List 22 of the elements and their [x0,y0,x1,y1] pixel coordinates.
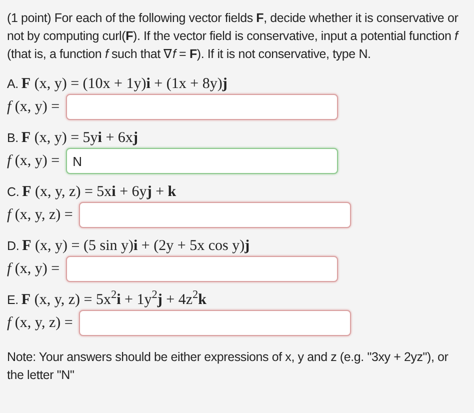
part-label: D. [7,238,20,255]
note-text: Note: Your answers should be either expressions of x, y and z (e.g. "3xy + 2yz"), or the letter "N" [7,349,450,384]
answer-field[interactable] [66,94,338,120]
answer-field[interactable]: N [66,148,338,174]
part-label: A. [7,76,18,93]
problem-statement: (1 point) For each of the following vector fields F, decide whether it is conservative or not by computing curl(F). If the vector field is conservative, input a potential function f (that is, a function f such that ∇f = F). If it is not conservative, type N. [7,10,460,63]
answer-field[interactable] [78,202,351,228]
vector-field-formula: F (x, y, z) = 5x$^{2}$i + 1y$^{2}$j + 4z$^{2}$k [21,291,206,309]
potential-function-label: f (x, y, z) = [7,206,73,224]
vector-field-formula: F (x, y) = (5 sin y)i + (2y + 5x cos y)j [22,237,250,255]
vector-field-formula: F (x, y, z) = 5xi + 6yj + k [22,183,176,201]
potential-function-label: f (x, y) = [7,260,60,278]
part-label: E. [7,292,18,309]
vector-field-formula: F (x, y) = (10x + 1y)i + (1x + 8y)j [21,75,228,93]
vector-field-formula: F (x, y) = 5yi + 6xj [21,129,138,147]
part-label: B. [7,130,18,147]
potential-function-label: f (x, y, z) = [7,314,73,332]
potential-function-label: f (x, y) = [7,152,60,170]
part-label: C. [7,184,20,201]
answer-field[interactable] [78,310,351,336]
potential-function-label: f (x, y) = [7,98,60,116]
answer-field[interactable] [66,256,338,282]
